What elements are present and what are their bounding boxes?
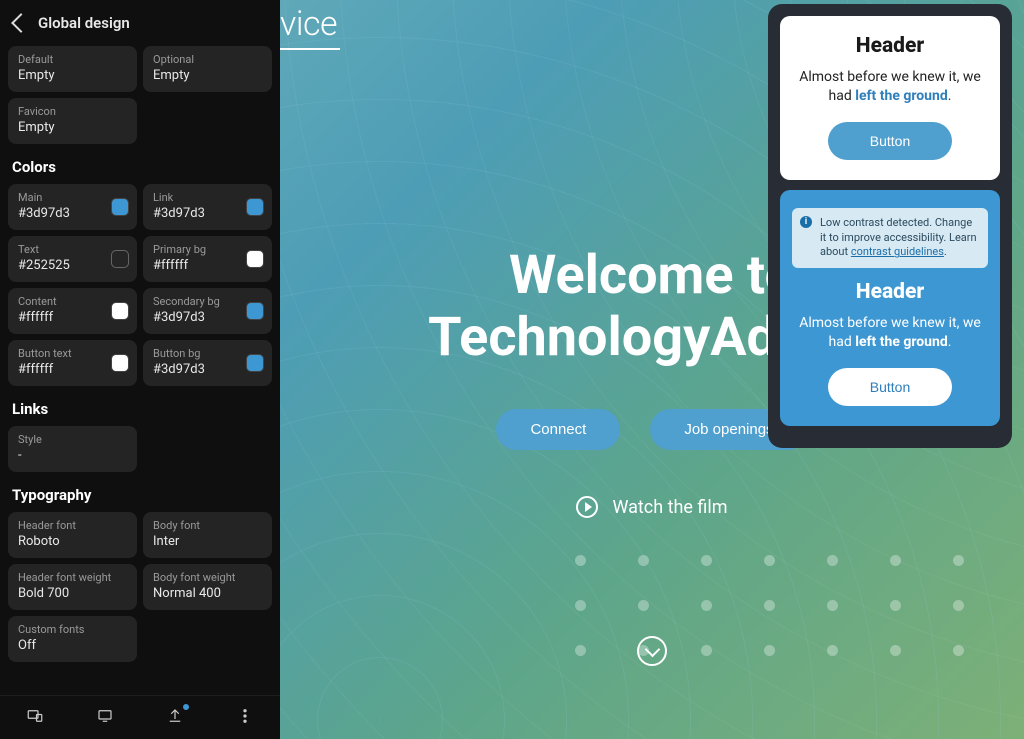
notification-dot-icon — [183, 704, 189, 710]
preview-body: Almost before we knew it, we had left th… — [792, 314, 988, 352]
scroll-down-icon[interactable] — [637, 636, 667, 666]
color-button-text[interactable]: Button text #ffffff — [8, 340, 137, 386]
color-link[interactable]: Link #3d97d3 — [143, 184, 272, 230]
swatch-icon[interactable] — [246, 198, 264, 216]
contrast-warning: i Low contrast detected. Change it to im… — [792, 208, 988, 269]
swatch-icon[interactable] — [111, 302, 129, 320]
swatch-icon[interactable] — [111, 354, 129, 372]
brand-underline — [280, 48, 340, 50]
swatch-icon[interactable] — [246, 302, 264, 320]
image-optional-field[interactable]: Optional Empty — [143, 46, 272, 92]
image-favicon-field[interactable]: Favicon Empty — [8, 98, 137, 144]
swatch-icon[interactable] — [111, 250, 129, 268]
colors-section-title: Colors — [12, 158, 268, 176]
panel-title: Global design — [38, 14, 130, 32]
devices-icon[interactable] — [26, 707, 44, 729]
body-font-field[interactable]: Body font Inter — [143, 512, 272, 558]
contrast-guidelines-link[interactable]: contrast guidelines — [851, 245, 944, 258]
image-default-field[interactable]: Default Empty — [8, 46, 137, 92]
header-font-field[interactable]: Header font Roboto — [8, 512, 137, 558]
preview-button-dark[interactable]: Button — [828, 368, 952, 406]
body-font-weight-field[interactable]: Body font weight Normal 400 — [143, 564, 272, 610]
preview-button-light[interactable]: Button — [828, 122, 952, 160]
swatch-icon[interactable] — [246, 250, 264, 268]
play-icon — [576, 496, 598, 518]
preview-body: Almost before we knew it, we had left th… — [792, 68, 988, 106]
display-icon[interactable] — [96, 707, 114, 729]
global-design-panel: Global design Default Empty Optional Emp… — [0, 0, 280, 695]
brand-fragment: vice — [280, 4, 337, 44]
watch-film-link[interactable]: Watch the film — [332, 496, 972, 518]
preview-card-light: Header Almost before we knew it, we had … — [780, 16, 1000, 180]
color-main[interactable]: Main #3d97d3 — [8, 184, 137, 230]
color-content[interactable]: Content #ffffff — [8, 288, 137, 334]
color-secondary-bg[interactable]: Secondary bg #3d97d3 — [143, 288, 272, 334]
connect-button[interactable]: Connect — [496, 409, 620, 450]
links-style-field[interactable]: Style - — [8, 426, 137, 472]
preview-header: Header — [792, 34, 988, 58]
back-icon[interactable] — [11, 13, 31, 33]
swatch-icon[interactable] — [111, 198, 129, 216]
custom-fonts-field[interactable]: Custom fonts Off — [8, 616, 137, 662]
links-section-title: Links — [12, 400, 268, 418]
bottom-toolbar — [0, 695, 280, 739]
preview-header: Header — [792, 280, 988, 304]
header-font-weight-field[interactable]: Header font weight Bold 700 — [8, 564, 137, 610]
decorative-dots — [575, 555, 964, 656]
typography-section-title: Typography — [12, 486, 268, 504]
design-preview-popover: Header Almost before we knew it, we had … — [768, 4, 1012, 448]
color-primary-bg[interactable]: Primary bg #ffffff — [143, 236, 272, 282]
upload-icon[interactable] — [166, 707, 184, 729]
preview-card-dark: i Low contrast detected. Change it to im… — [780, 190, 1000, 426]
swatch-icon[interactable] — [246, 354, 264, 372]
more-icon[interactable] — [236, 707, 254, 729]
info-icon: i — [800, 216, 812, 228]
color-text[interactable]: Text #252525 — [8, 236, 137, 282]
color-button-bg[interactable]: Button bg #3d97d3 — [143, 340, 272, 386]
